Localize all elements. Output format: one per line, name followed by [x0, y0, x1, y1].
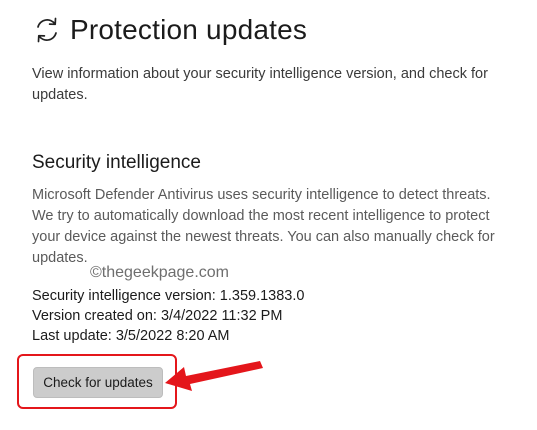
- section-description: Microsoft Defender Antivirus uses securi…: [32, 187, 495, 266]
- red-arrow-icon: [165, 361, 263, 391]
- last-update: Last update: 3/5/2022 8:20 AM: [32, 328, 230, 344]
- version-created: Version created on: 3/4/2022 11:32 PM: [32, 308, 283, 324]
- page-header: Protection updates: [32, 14, 307, 46]
- section-title: Security intelligence: [32, 152, 201, 173]
- watermark: ©thegeekpage.com: [90, 264, 229, 281]
- page-title: Protection updates: [70, 14, 308, 45]
- page-description: View information about your security int…: [32, 66, 488, 103]
- check-for-updates-button[interactable]: Check for updates: [33, 367, 163, 398]
- intelligence-version: Security intelligence version: 1.359.138…: [32, 288, 305, 304]
- refresh-icon: [37, 17, 57, 43]
